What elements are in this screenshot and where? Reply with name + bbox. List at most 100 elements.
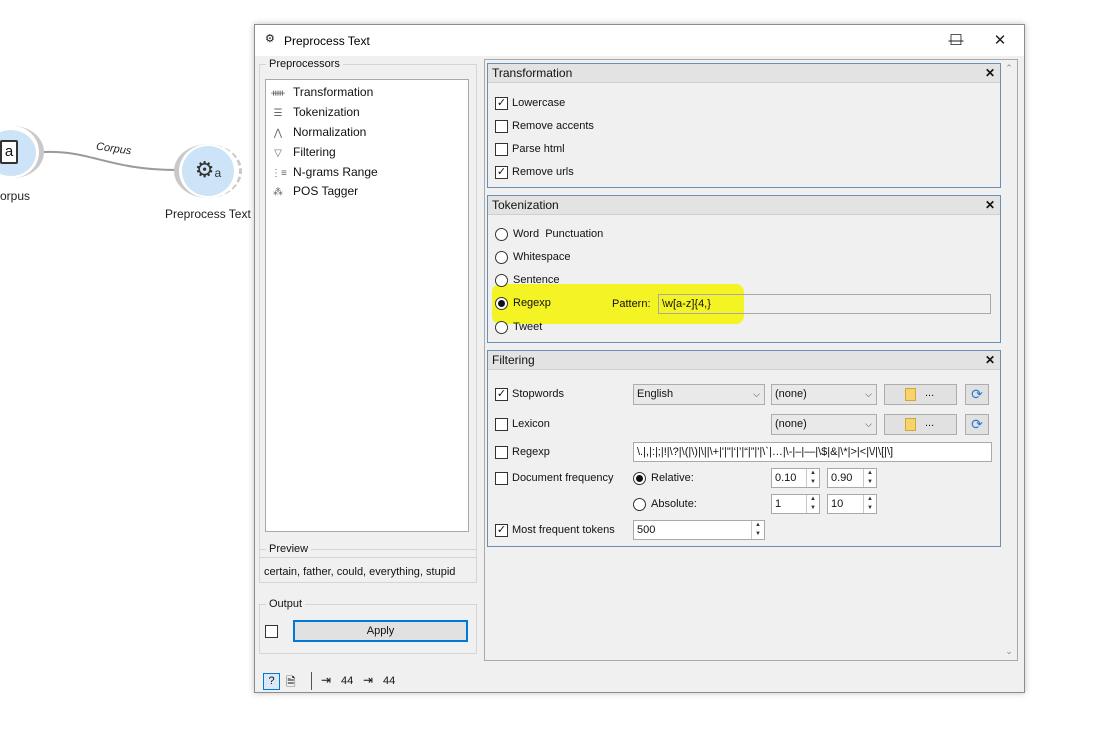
lexicon-checkbox[interactable] — [495, 418, 508, 431]
input-count: 44 — [341, 675, 354, 687]
stopwords-label: Stopwords — [512, 388, 564, 400]
relative-min-spinbox[interactable]: 0.10 ▲ ▼ — [771, 468, 820, 488]
vertical-scrollbar[interactable]: ⌃ ⌄ — [1001, 60, 1017, 660]
lexicon-browse-button[interactable]: ... — [884, 414, 957, 435]
scroll-up-icon[interactable]: ⌃ — [1001, 63, 1017, 74]
most-frequent-label: Most frequent tokens — [512, 524, 615, 536]
tokenization-icon: ☰ — [273, 108, 283, 119]
relative-radio[interactable] — [633, 472, 646, 485]
spin-arrows-icon[interactable]: ▲ ▼ — [806, 495, 819, 513]
remove-urls-checkbox[interactable]: ✓ — [495, 166, 508, 179]
filtering-close-icon[interactable]: ✕ — [985, 351, 995, 370]
folder-icon — [905, 388, 916, 401]
chevron-down-icon: ⌵ — [753, 389, 760, 399]
filter-regexp-input[interactable]: \.|,|:|;|!|\?|\(|\)|\||\+|'|"|‘|’|“|”|'|… — [633, 442, 992, 462]
corpus-node-label: orpus — [0, 189, 31, 203]
word-punctuation-label: Word Punctuation — [513, 228, 604, 240]
tweet-radio[interactable] — [495, 321, 508, 334]
transformation-box: Transformation ✕ ✓ Lowercase Remove acce… — [487, 63, 1001, 188]
lexicon-file-select[interactable]: (none) ⌵ — [771, 414, 877, 435]
spin-arrows-icon[interactable]: ▲ ▼ — [863, 469, 876, 487]
stopwords-file-select[interactable]: (none) ⌵ — [771, 384, 877, 405]
list-item-normalization[interactable]: ⋀ Normalization — [271, 123, 366, 141]
spin-arrows-icon[interactable]: ▲ ▼ — [863, 495, 876, 513]
maximize-button-visible[interactable]: ☐ — [934, 29, 978, 53]
pattern-label: Pattern: — [612, 298, 651, 310]
sentence-radio[interactable] — [495, 274, 508, 287]
folder-icon — [905, 418, 916, 431]
tweet-label: Tweet — [513, 321, 543, 333]
help-icon[interactable]: ? — [263, 673, 280, 690]
most-frequent-checkbox[interactable]: ✓ — [495, 524, 508, 537]
docfreq-checkbox[interactable] — [495, 472, 508, 485]
lexicon-reload-icon[interactable]: ⟳ — [965, 414, 989, 435]
normalization-icon: ⋀ — [273, 128, 283, 139]
filtering-box: Filtering ✕ ✓ Stopwords English ⌵ (none)… — [487, 350, 1001, 547]
absolute-radio[interactable] — [633, 498, 646, 511]
parse-html-checkbox[interactable] — [495, 143, 508, 156]
settings-scroll-area: ⌃ ⌄ Transformation ✕ ✓ Lowercase Remove … — [484, 59, 1018, 661]
filtering-header: Filtering ✕ — [488, 351, 1000, 370]
stopwords-reload-icon[interactable]: ⟳ — [965, 384, 989, 405]
absolute-max-spinbox[interactable]: 10 ▲ ▼ — [827, 494, 877, 514]
stopwords-browse-button[interactable]: ... — [884, 384, 957, 405]
list-item-pos-tagger[interactable]: ⁂ POS Tagger — [271, 182, 358, 200]
window-gears-icon: ⚙ — [265, 33, 275, 45]
preview-legend: Preview — [269, 543, 309, 555]
status-divider — [311, 672, 312, 690]
close-button[interactable]: ✕ — [978, 29, 1022, 53]
lowercase-label: Lowercase — [512, 97, 566, 109]
preprocess-node-icon[interactable]: ⚙a — [182, 146, 234, 196]
transformation-icon: ᚔ — [271, 88, 285, 99]
list-item-ngrams[interactable]: ⋮≡ N-grams Range — [271, 163, 378, 181]
output-icon: ⇥ — [363, 673, 374, 687]
absolute-min-spinbox[interactable]: 1 ▲ ▼ — [771, 494, 820, 514]
pos-tagger-icon: ⁂ — [273, 187, 283, 198]
preprocessors-list: ᚔ Transformation ☰ Tokenization ⋀ Normaliza… — [265, 79, 469, 532]
tokenization-header: Tokenization ✕ — [488, 196, 1000, 215]
transformation-close-icon[interactable]: ✕ — [985, 64, 995, 83]
relative-label: Relative: — [651, 472, 694, 484]
chevron-down-icon: ⌵ — [865, 389, 872, 399]
list-item-transformation[interactable]: ᚔ Transformation — [271, 83, 373, 101]
spin-arrows-icon[interactable]: ▲ ▼ — [751, 521, 764, 539]
pattern-input[interactable]: \w[a-z]{4,} — [658, 294, 991, 314]
spin-arrows-icon[interactable]: ▲ ▼ — [806, 469, 819, 487]
title-bar[interactable]: ⚙ Preprocess Text — ☐ ☐ ✕ — [255, 25, 1024, 56]
ngrams-icon: ⋮≡ — [271, 168, 287, 179]
scroll-down-icon[interactable]: ⌄ — [1001, 646, 1017, 657]
stopwords-checkbox[interactable]: ✓ — [495, 388, 508, 401]
remove-accents-checkbox[interactable] — [495, 120, 508, 133]
input-icon: ⇥ — [321, 673, 332, 687]
filter-regexp-checkbox[interactable] — [495, 446, 508, 459]
whitespace-radio[interactable] — [495, 251, 508, 264]
document-icon: a — [0, 140, 18, 164]
absolute-label: Absolute: — [651, 498, 697, 510]
word-punctuation-radio[interactable] — [495, 228, 508, 241]
apply-button[interactable]: Apply — [293, 620, 468, 642]
corpus-icon-letter: a — [4, 143, 14, 160]
transformation-header: Transformation ✕ — [488, 64, 1000, 83]
most-frequent-spinbox[interactable]: 500 ▲ ▼ — [633, 520, 765, 540]
preview-text: certain, father, could, everything, stup… — [264, 566, 456, 578]
tokenization-close-icon[interactable]: ✕ — [985, 196, 995, 215]
docfreq-label: Document frequency — [512, 472, 614, 484]
lexicon-label: Lexicon — [512, 418, 550, 430]
auto-apply-checkbox[interactable] — [265, 625, 278, 638]
preprocessors-legend: Preprocessors — [269, 58, 340, 70]
whitespace-label: Whitespace — [513, 251, 571, 263]
relative-max-spinbox[interactable]: 0.90 ▲ ▼ — [827, 468, 877, 488]
output-legend: Output — [269, 598, 303, 610]
regexp-radio[interactable] — [495, 297, 508, 310]
sentence-label: Sentence — [513, 274, 560, 286]
output-count: 44 — [383, 675, 396, 687]
list-item-filtering[interactable]: ▽ Filtering — [271, 143, 336, 161]
stopwords-language-select[interactable]: English ⌵ — [633, 384, 765, 405]
report-icon[interactable]: 🗎 — [286, 673, 296, 694]
parse-html-label: Parse html — [512, 143, 565, 155]
list-item-tokenization[interactable]: ☰ Tokenization — [271, 103, 360, 121]
tokenization-box: Tokenization ✕ Word Punctuation Whitespa… — [487, 195, 1001, 343]
filter-icon: ▽ — [274, 148, 282, 159]
preprocess-node-label: Preprocess Text — [165, 207, 251, 221]
lowercase-checkbox[interactable]: ✓ — [495, 97, 508, 110]
